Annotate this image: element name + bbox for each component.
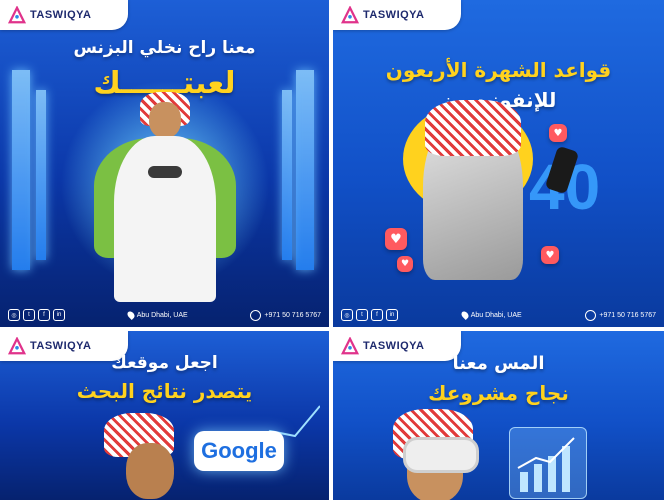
location-text: Abu Dhabi, UAE — [470, 311, 522, 319]
facebook-icon[interactable]: f — [38, 309, 50, 321]
post-highlight: يتصدر نتائج البحث — [76, 379, 253, 403]
instagram-icon[interactable]: ◎ — [8, 309, 20, 321]
post-tile-fame-rules[interactable]: TASWIQYA قواعد الشهرة الأربعون للإنفونـس… — [333, 0, 664, 327]
vr-headset-icon — [403, 437, 479, 473]
instagram-icon[interactable]: ◎ — [341, 309, 353, 321]
post-highlight: نجاح مشروعك — [428, 381, 569, 405]
phone-icon — [585, 309, 597, 321]
contact-footer: ◎ t f in Abu Dhabi, UAE +971 50 716 5767 — [333, 303, 664, 327]
location-text: Abu Dhabi, UAE — [136, 311, 188, 319]
face — [149, 102, 181, 138]
man-with-controller — [94, 92, 236, 302]
light-bar — [282, 90, 292, 260]
post-tile-business-game[interactable]: TASWIQYA معنا راح نخلي البزنس لعبتــــــ… — [0, 0, 329, 327]
linkedin-icon[interactable]: in — [53, 309, 65, 321]
man-portrait — [96, 413, 206, 500]
post-grid: TASWIQYA معنا راح نخلي البزنس لعبتــــــ… — [0, 0, 664, 500]
light-bar — [36, 90, 46, 260]
social-links: ◎ t f in — [341, 309, 398, 321]
phone-number[interactable]: +971 50 716 5767 — [264, 312, 321, 319]
brand-name: TASWIQYA — [363, 9, 425, 21]
location: Abu Dhabi, UAE — [459, 310, 522, 320]
bar-chart-icon — [517, 437, 575, 492]
location-pin-icon — [125, 310, 136, 320]
logo-triangle-icon — [8, 6, 26, 24]
logo-triangle-icon — [341, 6, 359, 24]
post-headline: المس معنا — [452, 353, 545, 374]
man-with-vr-headset — [373, 409, 503, 500]
heart-icon: ♥ — [385, 228, 407, 250]
brand-name: TASWIQYA — [30, 9, 92, 21]
post-tile-vr-success[interactable]: TASWIQYA المس معنا نجاح مشروعك — [333, 331, 664, 500]
facebook-icon[interactable]: f — [371, 309, 383, 321]
brand-name: TASWIQYA — [363, 340, 425, 352]
brand-logo[interactable]: TASWIQYA — [0, 0, 128, 30]
phone-icon — [250, 309, 262, 321]
linkedin-icon[interactable]: in — [386, 309, 398, 321]
ghutra-headwear — [425, 100, 521, 156]
location-pin-icon — [459, 310, 470, 320]
heart-icon: ♥ — [549, 124, 567, 142]
game-controller-icon — [148, 166, 182, 178]
brand-logo[interactable]: TASWIQYA — [333, 0, 461, 30]
twitter-icon[interactable]: t — [23, 309, 35, 321]
heart-icon: ♥ — [541, 246, 559, 264]
face — [126, 443, 174, 499]
post-headline: اجعل موقعك — [111, 353, 218, 373]
brand-name: TASWIQYA — [30, 340, 92, 352]
google-search-card: Google — [194, 431, 284, 471]
post-headline: قواعد الشهرة الأربعون — [385, 58, 612, 82]
heart-icon: ♥ — [397, 256, 413, 272]
post-headline: معنا راح نخلي البزنس — [73, 38, 256, 58]
white-thobe — [114, 136, 216, 302]
social-links: ◎ t f in — [8, 309, 65, 321]
contact-footer: ◎ t f in Abu Dhabi, UAE +971 50 716 5767 — [0, 303, 329, 327]
analytics-card — [509, 427, 587, 499]
twitter-icon[interactable]: t — [356, 309, 368, 321]
location: Abu Dhabi, UAE — [125, 310, 188, 320]
phone: +971 50 716 5767 — [585, 309, 656, 321]
post-tile-seo[interactable]: TASWIQYA اجعل موقعك يتصدر نتائج البحث Go… — [0, 331, 329, 500]
phone: +971 50 716 5767 — [250, 309, 321, 321]
phone-number[interactable]: +971 50 716 5767 — [599, 312, 656, 319]
